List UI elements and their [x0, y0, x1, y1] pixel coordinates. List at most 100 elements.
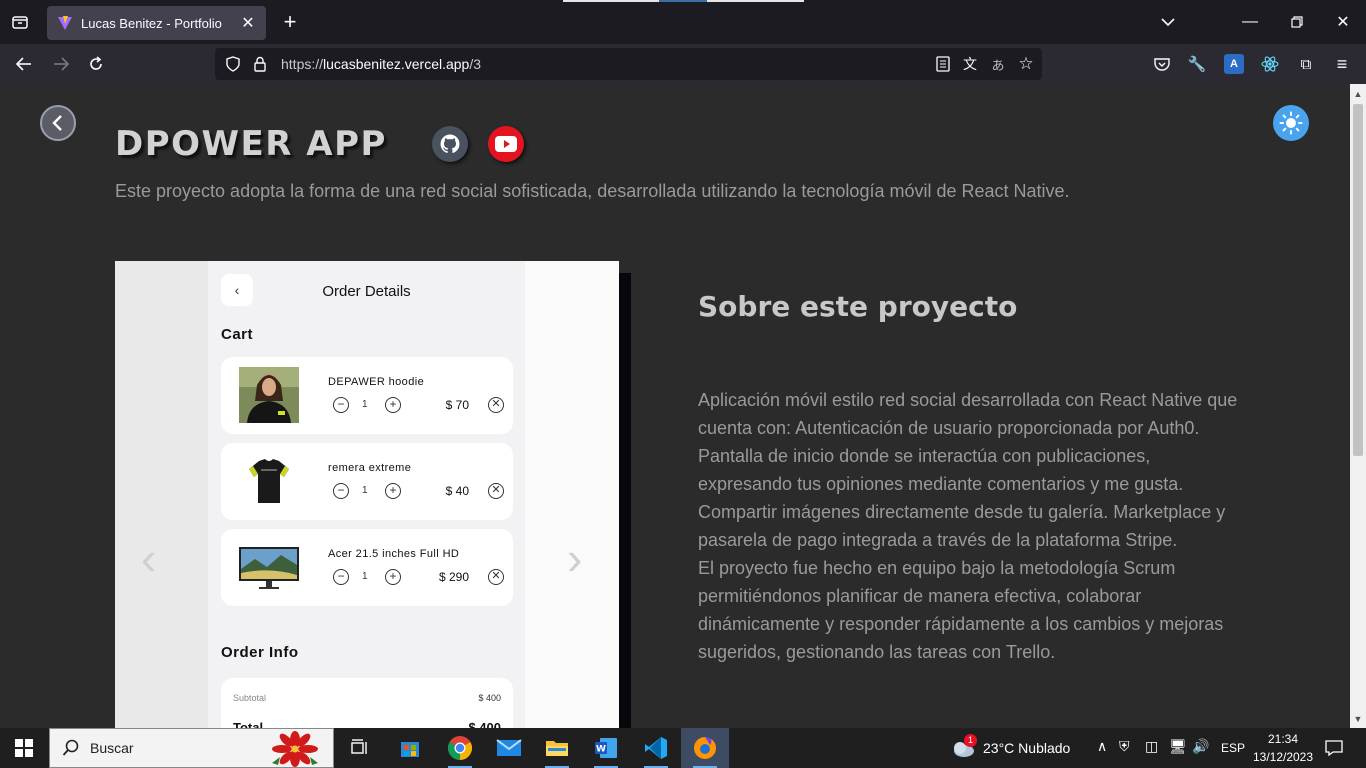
scroll-down-icon[interactable]: ▼ [1350, 711, 1366, 727]
carousel-next-icon[interactable]: › [567, 531, 582, 585]
back-button[interactable] [40, 105, 76, 141]
volume-icon[interactable]: 🔊 [1192, 738, 1209, 755]
close-tab-icon[interactable]: ✕ [240, 13, 256, 33]
svg-text:W: W [596, 745, 606, 755]
start-button[interactable] [0, 728, 48, 768]
file-explorer-button[interactable] [533, 728, 581, 768]
chrome-icon [447, 736, 473, 760]
reader-view-icon[interactable] [933, 54, 953, 74]
remove-circle-icon: ✕ [488, 483, 504, 499]
minimize-icon[interactable]: — [1240, 12, 1260, 32]
clock-time[interactable]: 21:34 [1253, 732, 1313, 746]
item-quantity: 1 [362, 571, 368, 582]
page-content: DPOWER APP Este proyecto adopta la forma… [0, 84, 1350, 728]
shield-icon[interactable] [225, 56, 241, 72]
title-bar-indicator [707, 0, 804, 2]
item-price: $ 40 [445, 484, 469, 498]
github-link-button[interactable] [432, 126, 468, 162]
item-price: $ 70 [445, 398, 469, 412]
firefox-button[interactable] [681, 728, 729, 768]
close-window-icon[interactable]: ✕ [1333, 12, 1353, 32]
image-carousel[interactable]: ‹ Order Details Cart DEPAWER hoodie − 1 … [115, 261, 619, 728]
folder-icon [546, 741, 568, 756]
weather-text[interactable]: 23°C Nublado [983, 740, 1070, 756]
cart-item: DEPAWER hoodie − 1 + $ 70 ✕ [221, 357, 513, 434]
mail-button[interactable] [485, 728, 533, 768]
react-devtools-icon[interactable] [1260, 54, 1280, 74]
plus-circle-icon: + [385, 483, 401, 499]
word-button[interactable]: W [582, 728, 630, 768]
translate-page-icon[interactable]: あ [988, 54, 1008, 74]
bookmark-star-icon[interactable]: ☆ [1016, 54, 1036, 74]
theme-toggle-button[interactable] [1273, 105, 1309, 141]
back-arrow-icon[interactable] [14, 54, 34, 74]
notifications-button[interactable] [1318, 728, 1350, 768]
order-summary-card: Subtotal $ 400 Total $ 400 [221, 678, 513, 728]
menu-icon[interactable]: ≡ [1332, 54, 1352, 74]
carousel-slide-background [525, 261, 619, 728]
store-icon [401, 742, 419, 757]
new-tab-icon[interactable]: + [280, 9, 300, 34]
show-hidden-icons-icon[interactable]: ∧ [1097, 738, 1107, 755]
microsoft-store-button[interactable] [386, 728, 434, 768]
remove-circle-icon: ✕ [488, 569, 504, 585]
youtube-icon [495, 136, 517, 152]
weather-widget-icon[interactable] [947, 728, 979, 768]
total-value: $ 400 [468, 720, 501, 728]
minus-circle-icon: − [333, 397, 349, 413]
url-text[interactable]: https://lucasbenitez.vercel.app/3 [281, 56, 481, 72]
restore-icon[interactable] [1287, 12, 1307, 32]
wrench-icon[interactable]: 🔧 [1187, 54, 1207, 74]
url-host: lucasbenitez.vercel.app [323, 56, 470, 72]
about-paragraph-1: Aplicación móvil estilo red social desar… [698, 390, 1238, 550]
url-path: /3 [469, 56, 482, 72]
remove-circle-icon: ✕ [488, 397, 504, 413]
project-description: Este proyecto adopta la forma de una red… [115, 181, 1070, 201]
tab-list-icon[interactable] [10, 12, 30, 32]
tshirt-photo [239, 453, 299, 509]
taskbar-search[interactable]: Buscar [49, 728, 334, 768]
chevron-left-icon [52, 115, 62, 131]
item-price: $ 290 [438, 570, 469, 584]
scrollbar-thumb[interactable] [1353, 104, 1363, 456]
forward-arrow-icon[interactable] [51, 54, 71, 74]
title-bar-indicator [563, 0, 659, 2]
order-info-heading: Order Info [221, 644, 299, 661]
minus-circle-icon: − [333, 483, 349, 499]
translate-icon[interactable]: 文 [960, 54, 980, 74]
word-icon: W [595, 738, 617, 758]
reload-icon[interactable] [86, 54, 106, 74]
lock-icon[interactable] [253, 56, 267, 72]
phone-screen-title: Order Details [322, 283, 411, 300]
clock-date[interactable]: 13/12/2023 [1249, 750, 1317, 764]
project-title: DPOWER APP [115, 124, 387, 164]
scroll-up-icon[interactable]: ▲ [1350, 86, 1366, 102]
extensions-icon[interactable]: ⧉ [1296, 54, 1316, 74]
plus-circle-icon: + [385, 397, 401, 413]
url-bar[interactable]: https://lucasbenitez.vercel.app/3 [215, 48, 1042, 80]
translator-extension-icon[interactable]: A [1224, 54, 1244, 74]
minus-circle-icon: − [333, 569, 349, 585]
hoodie-photo [239, 367, 299, 423]
monitor-photo [239, 539, 299, 595]
about-heading: Sobre este proyecto [698, 290, 1018, 323]
total-label: Total [233, 720, 264, 728]
notification-icon [1325, 740, 1343, 756]
vscode-icon [645, 737, 667, 759]
language-indicator[interactable]: ESP [1221, 741, 1245, 755]
chrome-button[interactable] [436, 728, 484, 768]
network-icon[interactable]: 🖥 [1169, 738, 1187, 755]
security-tray-icon[interactable]: ⛨ [1119, 738, 1130, 755]
poinsettia-icon [272, 731, 318, 767]
cart-heading: Cart [221, 326, 254, 343]
task-view-button[interactable] [336, 728, 384, 768]
youtube-link-button[interactable] [488, 126, 524, 162]
sun-icon [1279, 111, 1303, 135]
carousel-prev-icon[interactable]: ‹ [141, 531, 156, 585]
vscode-button[interactable] [632, 728, 680, 768]
active-tab[interactable]: Lucas Benitez - Portfolio ✕ [47, 6, 266, 40]
camera-tray-icon[interactable]: ◫ [1145, 738, 1158, 755]
list-all-tabs-icon[interactable] [1158, 12, 1178, 32]
pocket-icon[interactable] [1152, 54, 1172, 74]
subtotal-label: Subtotal [233, 693, 267, 703]
